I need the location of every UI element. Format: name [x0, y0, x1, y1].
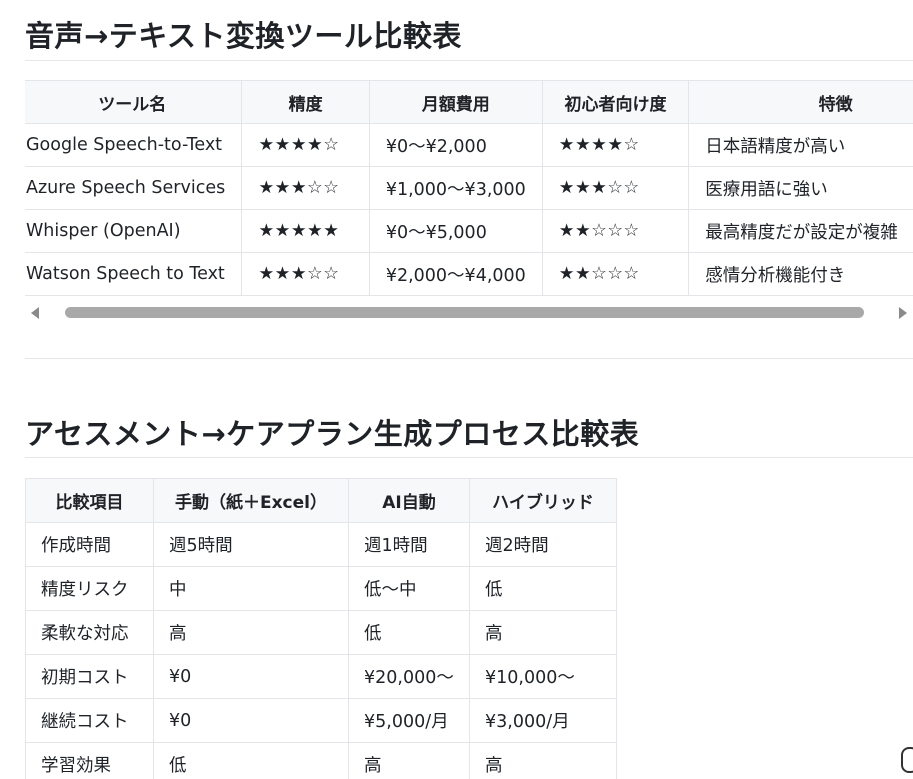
column-header: 月額費用: [368, 80, 543, 124]
table-cell: 週1時間: [348, 522, 470, 567]
table-cell: ¥3,000/月: [469, 698, 617, 743]
table-cell: 精度リスク: [25, 566, 154, 611]
table-cell: 継続コスト: [25, 698, 154, 743]
page: 音声→テキスト変換ツール比較表 ツール名 精度 月額費用 初心者向け度 特徴 G…: [0, 0, 913, 779]
table-cell: 低: [469, 566, 617, 611]
table-row: 継続コスト ¥0 ¥5,000/月 ¥3,000/月: [25, 698, 617, 743]
table-cell: ¥1,000〜¥3,000: [368, 166, 543, 210]
divider: [25, 457, 913, 458]
table-cell: 作成時間: [25, 522, 154, 567]
column-header: ツール名: [25, 80, 243, 124]
table-cell: 低〜中: [348, 566, 470, 611]
table-row: Watson Speech to Text ★★★☆☆ ¥2,000〜¥4,00…: [25, 252, 913, 296]
table-cell: 初期コスト: [25, 654, 154, 699]
table-cell: ¥0: [153, 654, 349, 699]
column-header: 精度: [241, 80, 370, 124]
table-cell: 医療用語に強い: [688, 166, 913, 210]
table-cell: ¥0〜¥5,000: [368, 209, 543, 253]
horizontal-scrollbar[interactable]: [25, 302, 913, 322]
rating-cell: ★★★★☆: [241, 123, 370, 167]
rating-cell: ★★★☆☆: [241, 166, 370, 210]
rating-cell: ★★☆☆☆: [541, 252, 690, 296]
table-row: Whisper (OpenAI) ★★★★★ ¥0〜¥5,000 ★★☆☆☆ 最…: [25, 209, 913, 253]
table-cell: ¥5,000/月: [348, 698, 470, 743]
table-header-row: ツール名 精度 月額費用 初心者向け度 特徴: [25, 80, 913, 124]
table-row: 精度リスク 中 低〜中 低: [25, 566, 617, 611]
table-row: Google Speech-to-Text ★★★★☆ ¥0〜¥2,000 ★★…: [25, 123, 913, 167]
table-cell: 最高精度だが設定が複雑: [688, 209, 913, 253]
rating-cell: ★★☆☆☆: [541, 209, 690, 253]
table-cell: ¥0: [153, 698, 349, 743]
table-row: Azure Speech Services ★★★☆☆ ¥1,000〜¥3,00…: [25, 166, 913, 210]
scroll-left-arrow-icon[interactable]: [31, 307, 39, 319]
table-scroll-container[interactable]: ツール名 精度 月額費用 初心者向け度 特徴 Google Speech-to-…: [25, 80, 913, 324]
scrollbar-thumb[interactable]: [65, 307, 864, 318]
column-header: 初心者向け度: [541, 80, 690, 124]
table-cell: Google Speech-to-Text: [25, 123, 243, 167]
table-cell: ¥0〜¥2,000: [368, 123, 543, 167]
rating-cell: ★★★★☆: [541, 123, 690, 167]
table-cell: 週2時間: [469, 522, 617, 567]
scroll-right-arrow-icon[interactable]: [899, 307, 907, 319]
table-cell: 高: [348, 742, 470, 779]
chat-widget-icon[interactable]: [901, 747, 913, 773]
column-header: ハイブリッド: [469, 478, 617, 523]
table-cell: 感情分析機能付き: [688, 252, 913, 296]
table-cell: Azure Speech Services: [25, 166, 243, 210]
table-cell: 柔軟な対応: [25, 610, 154, 655]
divider: [25, 358, 913, 359]
table-cell: ¥2,000〜¥4,000: [368, 252, 543, 296]
table-header-row: 比較項目 手動（紙＋Excel） AI自動 ハイブリッド: [25, 478, 617, 523]
column-header: AI自動: [348, 478, 470, 523]
section-title-care-plan-process: アセスメント→ケアプラン生成プロセス比較表: [25, 417, 640, 451]
section-title-speech-tools: 音声→テキスト変換ツール比較表: [25, 19, 462, 53]
table-cell: 中: [153, 566, 349, 611]
speech-tool-comparison-table: ツール名 精度 月額費用 初心者向け度 特徴 Google Speech-to-…: [25, 80, 913, 296]
table-cell: 高: [469, 742, 617, 779]
table-row: 柔軟な対応 高 低 高: [25, 610, 617, 655]
rating-cell: ★★★★★: [241, 209, 370, 253]
table-cell: ¥10,000〜: [469, 654, 617, 699]
table-cell: 日本語精度が高い: [688, 123, 913, 167]
table-cell: 低: [153, 742, 349, 779]
table-cell: 週5時間: [153, 522, 349, 567]
table-row: 作成時間 週5時間 週1時間 週2時間: [25, 522, 617, 567]
table-cell: Watson Speech to Text: [25, 252, 243, 296]
column-header: 手動（紙＋Excel）: [153, 478, 349, 523]
rating-cell: ★★★☆☆: [541, 166, 690, 210]
column-header: 比較項目: [25, 478, 154, 523]
table-cell: 低: [348, 610, 470, 655]
rating-cell: ★★★☆☆: [241, 252, 370, 296]
table-row: 初期コスト ¥0 ¥20,000〜 ¥10,000〜: [25, 654, 617, 699]
table-cell: 高: [153, 610, 349, 655]
column-header: 特徴: [688, 80, 913, 124]
divider: [25, 60, 913, 61]
table-cell: ¥20,000〜: [348, 654, 470, 699]
table-cell: 高: [469, 610, 617, 655]
table-cell: Whisper (OpenAI): [25, 209, 243, 253]
table-cell: 学習効果: [25, 742, 154, 779]
care-plan-process-comparison-table: 比較項目 手動（紙＋Excel） AI自動 ハイブリッド 作成時間 週5時間 週…: [25, 478, 617, 779]
table-row: 学習効果 低 高 高: [25, 742, 617, 779]
